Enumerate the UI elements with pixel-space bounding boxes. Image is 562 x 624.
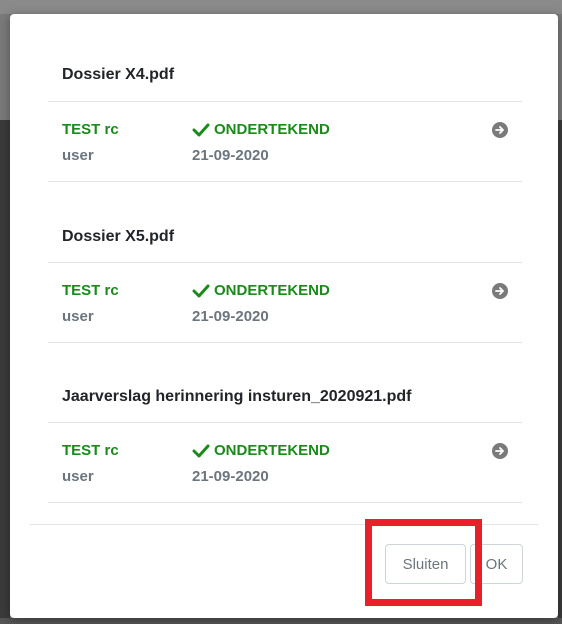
signer-name: TEST rc [62,121,119,138]
signer-role: user [62,468,94,485]
check-icon [192,284,210,297]
divider [48,101,522,102]
signer-status: ONDERTEKEND [192,121,330,138]
status-label: ONDERTEKEND [214,282,330,299]
arrow-right-circle-icon[interactable] [492,283,508,299]
signature-status-modal: Dossier X4.pdf TEST rc ONDERTEKEND user … [10,14,558,618]
document-title: Jaarverslag herinnering insturen_2020921… [62,388,412,405]
signer-status: ONDERTEKEND [192,282,330,299]
divider [48,342,522,343]
status-label: ONDERTEKEND [214,121,330,138]
check-icon [192,123,210,136]
arrow-right-circle-icon[interactable] [492,443,508,459]
highlight-annotation [365,519,482,606]
signer-role: user [62,147,94,164]
signed-date: 21-09-2020 [192,308,269,325]
divider [48,262,522,263]
backdrop [558,120,562,624]
divider [48,502,522,503]
signed-date: 21-09-2020 [192,468,269,485]
signer-name: TEST rc [62,442,119,459]
divider [48,181,522,182]
signer-name: TEST rc [62,282,119,299]
signer-status: ONDERTEKEND [192,442,330,459]
divider [48,422,522,423]
backdrop [0,618,562,624]
arrow-right-circle-icon[interactable] [492,122,508,138]
signed-date: 21-09-2020 [192,147,269,164]
document-title: Dossier X4.pdf [62,66,175,83]
backdrop [0,0,562,14]
document-title: Dossier X5.pdf [62,228,175,245]
status-label: ONDERTEKEND [214,442,330,459]
signer-role: user [62,308,94,325]
check-icon [192,444,210,457]
backdrop [0,120,10,624]
